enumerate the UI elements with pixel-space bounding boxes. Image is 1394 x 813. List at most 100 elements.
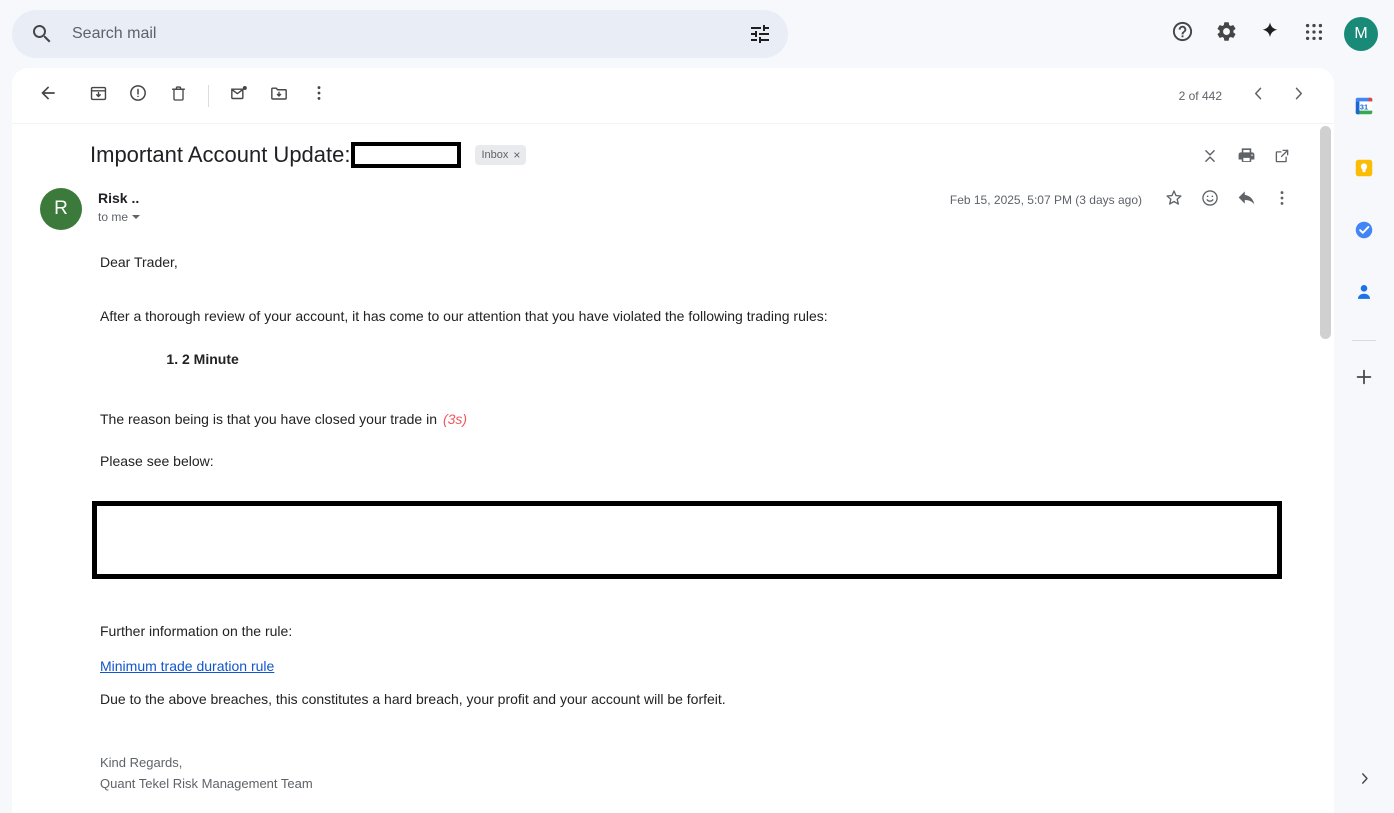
message-more-button[interactable] <box>1264 182 1300 218</box>
folder-move-icon <box>269 83 289 108</box>
page-title: Important Account Update: <box>90 142 351 167</box>
more-vertical-icon <box>1272 188 1292 213</box>
search-icon <box>30 22 54 46</box>
sender-name: Risk .. <box>98 190 140 206</box>
back-button[interactable] <box>28 76 68 116</box>
filter-options-icon[interactable] <box>748 22 772 46</box>
chevron-left-icon <box>1249 84 1268 108</box>
list-item: 2 Minute <box>182 349 1334 369</box>
collapse-all-button[interactable] <box>1192 140 1228 176</box>
reply-arrow-icon <box>1236 187 1257 213</box>
scrollbar-thumb[interactable] <box>1320 126 1331 339</box>
message-scroll-area: Important Account Update: Inbox × R Risk… <box>12 124 1334 813</box>
reply-button[interactable] <box>1228 182 1264 218</box>
google-keep-icon <box>1353 157 1375 184</box>
newer-button[interactable] <box>1238 76 1278 116</box>
chevron-right-icon <box>1289 84 1308 108</box>
message-date: Feb 15, 2025, 5:07 PM (3 days ago) <box>949 193 1142 207</box>
apps-grid-icon <box>1303 21 1325 48</box>
side-panel-divider <box>1352 340 1376 341</box>
subject-redaction-box <box>350 142 461 168</box>
move-to-button[interactable] <box>259 76 299 116</box>
subject-row: Important Account Update: Inbox × <box>12 124 1334 174</box>
message-actions: Feb 15, 2025, 5:07 PM (3 days ago) <box>950 182 1300 218</box>
search-bar[interactable] <box>12 10 788 58</box>
gear-icon <box>1215 20 1238 48</box>
archive-button[interactable] <box>78 76 118 116</box>
star-icon <box>1164 188 1184 213</box>
pagination: 2 of 442 <box>1179 68 1318 124</box>
google-side-panel: 31 <box>1334 68 1394 813</box>
side-panel-expand-button[interactable] <box>1344 761 1384 801</box>
message-toolbar: 2 of 442 <box>12 68 1334 124</box>
google-contacts-icon <box>1353 281 1375 308</box>
archive-icon <box>89 84 108 108</box>
more-options-button[interactable] <box>299 76 339 116</box>
message-body: Dear Trader, After a thorough review of … <box>12 230 1334 794</box>
collapse-chevrons-icon <box>1201 147 1219 170</box>
signoff-line: Kind Regards, <box>100 755 183 771</box>
more-vertical-icon <box>309 83 329 108</box>
reason-prefix: The reason being is that you have closed… <box>100 410 437 427</box>
svg-text:31: 31 <box>1360 102 1368 111</box>
search-input[interactable] <box>72 25 748 43</box>
top-bar-actions: M <box>1160 0 1380 68</box>
message-scrollbar[interactable] <box>1318 124 1332 813</box>
body-redaction-box <box>92 501 1282 580</box>
violated-rules-list: 2 Minute <box>182 349 1334 369</box>
gemini-button[interactable] <box>1248 12 1292 56</box>
older-button[interactable] <box>1278 76 1318 116</box>
reason-duration-value: (3s) <box>442 410 468 427</box>
side-panel-calendar-button[interactable]: 31 <box>1344 88 1384 128</box>
body-greeting: Dear Trader, <box>100 254 178 270</box>
sender-meta: Risk .. to me <box>98 188 141 224</box>
label-chip-text: Inbox <box>481 149 509 161</box>
delete-button[interactable] <box>158 76 198 116</box>
email-content-panel: 2 of 442 Important Account Update: Inbox… <box>12 68 1334 813</box>
body-intro: After a thorough review of your account,… <box>100 308 828 325</box>
subject-actions <box>1192 140 1300 176</box>
exclamation-circle-icon <box>128 83 148 108</box>
sender-avatar[interactable]: R <box>40 188 82 230</box>
close-icon[interactable]: × <box>513 148 520 162</box>
report-spam-button[interactable] <box>118 76 158 116</box>
external-link-icon <box>1273 147 1291 170</box>
minimum-trade-duration-rule-link[interactable]: Minimum trade duration rule <box>100 658 274 674</box>
google-apps-button[interactable] <box>1292 12 1336 56</box>
avatar[interactable]: M <box>1344 17 1378 51</box>
mark-unread-button[interactable] <box>219 76 259 116</box>
side-panel-tasks-button[interactable] <box>1344 212 1384 252</box>
side-panel-add-button[interactable] <box>1344 359 1384 399</box>
chevron-right-icon <box>1356 770 1373 792</box>
google-tasks-icon <box>1353 219 1375 246</box>
body-breach-notice: Due to the above breaches, this constitu… <box>100 691 726 708</box>
add-reaction-button[interactable] <box>1192 182 1228 218</box>
sparkle-icon <box>1259 21 1281 48</box>
print-button[interactable] <box>1228 140 1264 176</box>
settings-button[interactable] <box>1204 12 1248 56</box>
signature-team: Quant Tekel Risk Management Team <box>100 775 313 791</box>
mark-unread-envelope-icon <box>229 83 249 108</box>
top-app-bar: M <box>0 0 1394 68</box>
body-see-below: Please see below: <box>100 453 214 470</box>
add-plus-icon <box>1353 366 1375 393</box>
label-chip-inbox[interactable]: Inbox × <box>474 145 527 165</box>
signature-block: Kind Regards, Quant Tekel Risk Managemen… <box>100 753 1334 793</box>
help-circle-icon <box>1171 20 1194 48</box>
recipient-label: to me <box>98 210 129 224</box>
side-panel-contacts-button[interactable] <box>1344 274 1384 314</box>
help-button[interactable] <box>1160 12 1204 56</box>
chevron-down-icon <box>132 215 141 219</box>
open-in-new-window-button[interactable] <box>1264 140 1300 176</box>
recipient-toggle[interactable]: to me <box>98 210 141 224</box>
star-button[interactable] <box>1156 182 1192 218</box>
side-panel-keep-button[interactable] <box>1344 150 1384 190</box>
google-calendar-icon: 31 <box>1353 95 1375 122</box>
pagination-count: 2 of 442 <box>1178 89 1222 103</box>
sender-row: R Risk .. to me Feb 15, 2025, 5:07 PM (3… <box>12 174 1334 230</box>
emoji-smiley-icon <box>1200 188 1220 213</box>
rule-text: 2 Minute <box>182 350 239 367</box>
printer-icon <box>1237 146 1256 170</box>
body-reason: The reason being is that you have closed… <box>100 409 1334 429</box>
body-further-info: Further information on the rule: <box>100 623 293 640</box>
